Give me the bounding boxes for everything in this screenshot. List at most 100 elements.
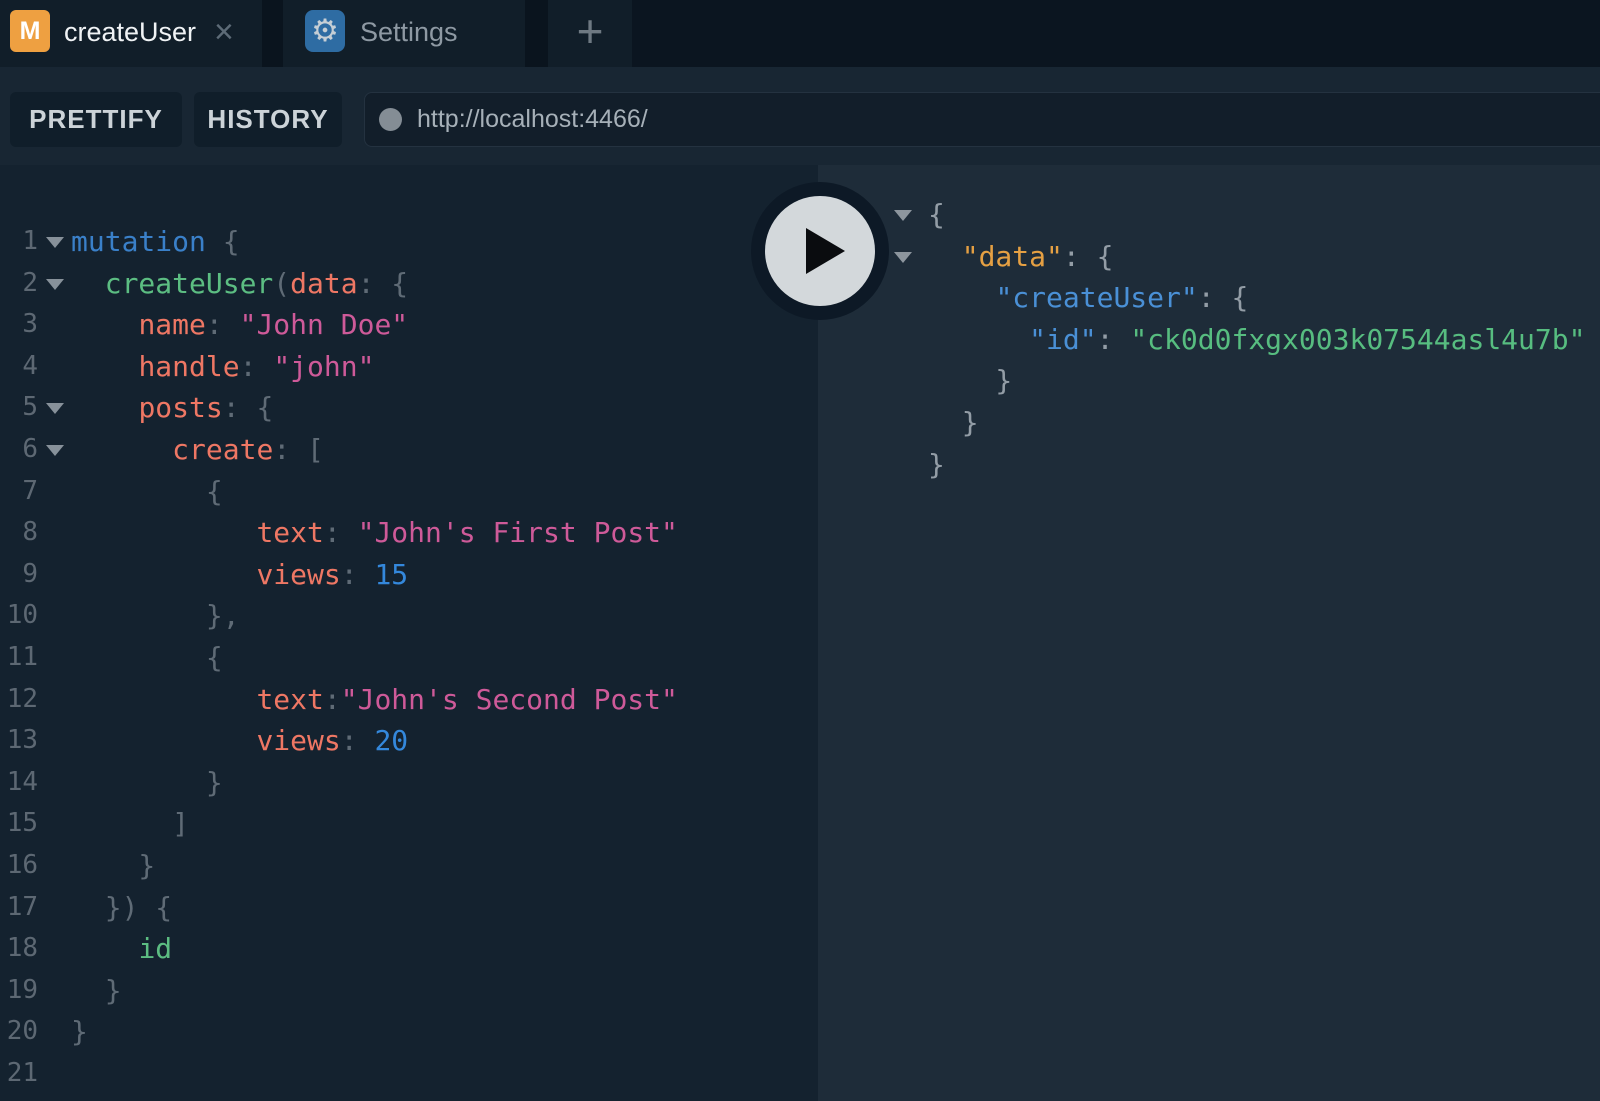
url-bar[interactable]: http://localhost:4466/ [364, 92, 1600, 147]
code-text: createUser(data: { [71, 263, 408, 305]
line-number: 9 [0, 554, 38, 596]
code-text: { [71, 471, 223, 513]
fold-arrow-icon[interactable] [894, 210, 912, 221]
line-number: 2 [0, 263, 38, 305]
code-line[interactable]: 2 createUser(data: { [0, 263, 818, 305]
new-tab-button[interactable]: + [548, 0, 632, 67]
line-number: 16 [0, 845, 38, 887]
code-line[interactable]: 15 ] [0, 803, 818, 845]
code-text: } [71, 1011, 88, 1053]
code-text: mutation { [71, 221, 240, 263]
code-line[interactable]: 13 views: 20 [0, 720, 818, 762]
tab-settings[interactable]: ⚙ Settings [283, 0, 525, 67]
code-line[interactable]: 21 [0, 1053, 818, 1095]
line-number: 6 [0, 429, 38, 471]
code-line[interactable]: 20} [0, 1011, 818, 1053]
fold-arrow-icon[interactable] [46, 237, 64, 248]
line-number: 12 [0, 679, 38, 721]
code-line[interactable]: 5 posts: { [0, 387, 818, 429]
code-line[interactable]: 4 handle: "john" [0, 346, 818, 388]
line-number: 15 [0, 803, 38, 845]
code-text: "data": { [928, 236, 1113, 278]
query-editor-pane[interactable]: 1mutation {2 createUser(data: {3 name: "… [0, 165, 818, 1101]
line-number: 4 [0, 346, 38, 388]
line-number: 11 [0, 637, 38, 679]
fold-arrow-icon[interactable] [46, 403, 64, 414]
history-button[interactable]: HISTORY [194, 92, 342, 147]
line-number: 18 [0, 928, 38, 970]
line-number: 3 [0, 304, 38, 346]
line-number: 1 [0, 221, 38, 263]
code-line: "id": "ck0d0fxgx003k07544asl4u7b" [818, 319, 1600, 361]
response-pane: { "data": { "createUser": { "id": "ck0d0… [818, 165, 1600, 1101]
code-text: } [928, 360, 1012, 402]
code-line[interactable]: 14 } [0, 762, 818, 804]
code-line[interactable]: 12 text:"John's Second Post" [0, 679, 818, 721]
editor-panes: 1mutation {2 createUser(data: {3 name: "… [0, 165, 1600, 1101]
code-line[interactable]: 8 text: "John's First Post" [0, 512, 818, 554]
code-text: views: 20 [71, 720, 408, 762]
code-text: create: [ [71, 429, 324, 471]
fold-arrow-icon[interactable] [46, 445, 64, 456]
fold-arrow-icon[interactable] [46, 279, 64, 290]
code-text: } [928, 402, 979, 444]
response-viewer: { "data": { "createUser": { "id": "ck0d0… [818, 194, 1600, 485]
code-text: text: "John's First Post" [71, 512, 678, 554]
prettify-button[interactable]: PRETTIFY [10, 92, 182, 147]
code-line[interactable]: 1 mutation { [0, 221, 818, 263]
code-line: "data": { [818, 236, 1600, 278]
tab-createuser-label: createUser [64, 0, 196, 64]
code-line[interactable]: 19 } [0, 970, 818, 1012]
url-status-icon [379, 108, 402, 131]
code-text: } [928, 444, 945, 486]
code-line[interactable]: 17 }) { [0, 887, 818, 929]
line-number: 21 [0, 1053, 38, 1095]
graphql-playground-window: M createUser × ⚙ Settings + PRETTIFY HIS… [0, 0, 1600, 1101]
line-number: 8 [0, 512, 38, 554]
code-line[interactable]: 6 create: [ [0, 429, 818, 471]
code-text: name: "John Doe" [71, 304, 408, 346]
gear-icon: ⚙ [305, 10, 345, 52]
tab-createuser[interactable]: M createUser × [0, 0, 262, 67]
code-text: { [71, 637, 223, 679]
tab-bar-empty-area [632, 0, 1600, 67]
code-line[interactable]: 3 name: "John Doe" [0, 304, 818, 346]
code-text: posts: { [71, 387, 273, 429]
close-tab-icon[interactable]: × [214, 0, 234, 64]
code-text: handle: "john" [71, 346, 374, 388]
code-line: "createUser": { [818, 277, 1600, 319]
play-icon [806, 228, 845, 274]
code-text: } [71, 762, 223, 804]
line-number: 17 [0, 887, 38, 929]
code-text: } [71, 845, 155, 887]
code-text: }, [71, 595, 240, 637]
query-editor[interactable]: 1mutation {2 createUser(data: {3 name: "… [0, 221, 818, 1094]
code-line[interactable]: 10 }, [0, 595, 818, 637]
fold-arrow-icon[interactable] [894, 252, 912, 263]
line-number: 20 [0, 1011, 38, 1053]
code-line: } [818, 360, 1600, 402]
tab-bar: M createUser × ⚙ Settings + [0, 0, 1600, 67]
code-line[interactable]: 7 { [0, 471, 818, 513]
code-text: "createUser": { [928, 277, 1248, 319]
line-number: 19 [0, 970, 38, 1012]
code-line[interactable]: 11 { [0, 637, 818, 679]
code-text: id [71, 928, 172, 970]
code-text: "id": "ck0d0fxgx003k07544asl4u7b" [928, 319, 1585, 361]
code-text: }) { [71, 887, 172, 929]
line-number: 13 [0, 720, 38, 762]
code-line: } [818, 444, 1600, 486]
toolbar: PRETTIFY HISTORY http://localhost:4466/ [0, 67, 1600, 165]
code-line[interactable]: 9 views: 15 [0, 554, 818, 596]
tab-settings-label: Settings [360, 0, 458, 64]
line-number: 7 [0, 471, 38, 513]
code-line[interactable]: 18 id [0, 928, 818, 970]
execute-button-circle [765, 196, 875, 306]
code-line[interactable]: 16 } [0, 845, 818, 887]
line-number: 10 [0, 595, 38, 637]
line-number: 14 [0, 762, 38, 804]
code-text: ] [71, 803, 189, 845]
code-text: text:"John's Second Post" [71, 679, 678, 721]
execute-button[interactable] [751, 182, 889, 320]
code-line: { [818, 194, 1600, 236]
